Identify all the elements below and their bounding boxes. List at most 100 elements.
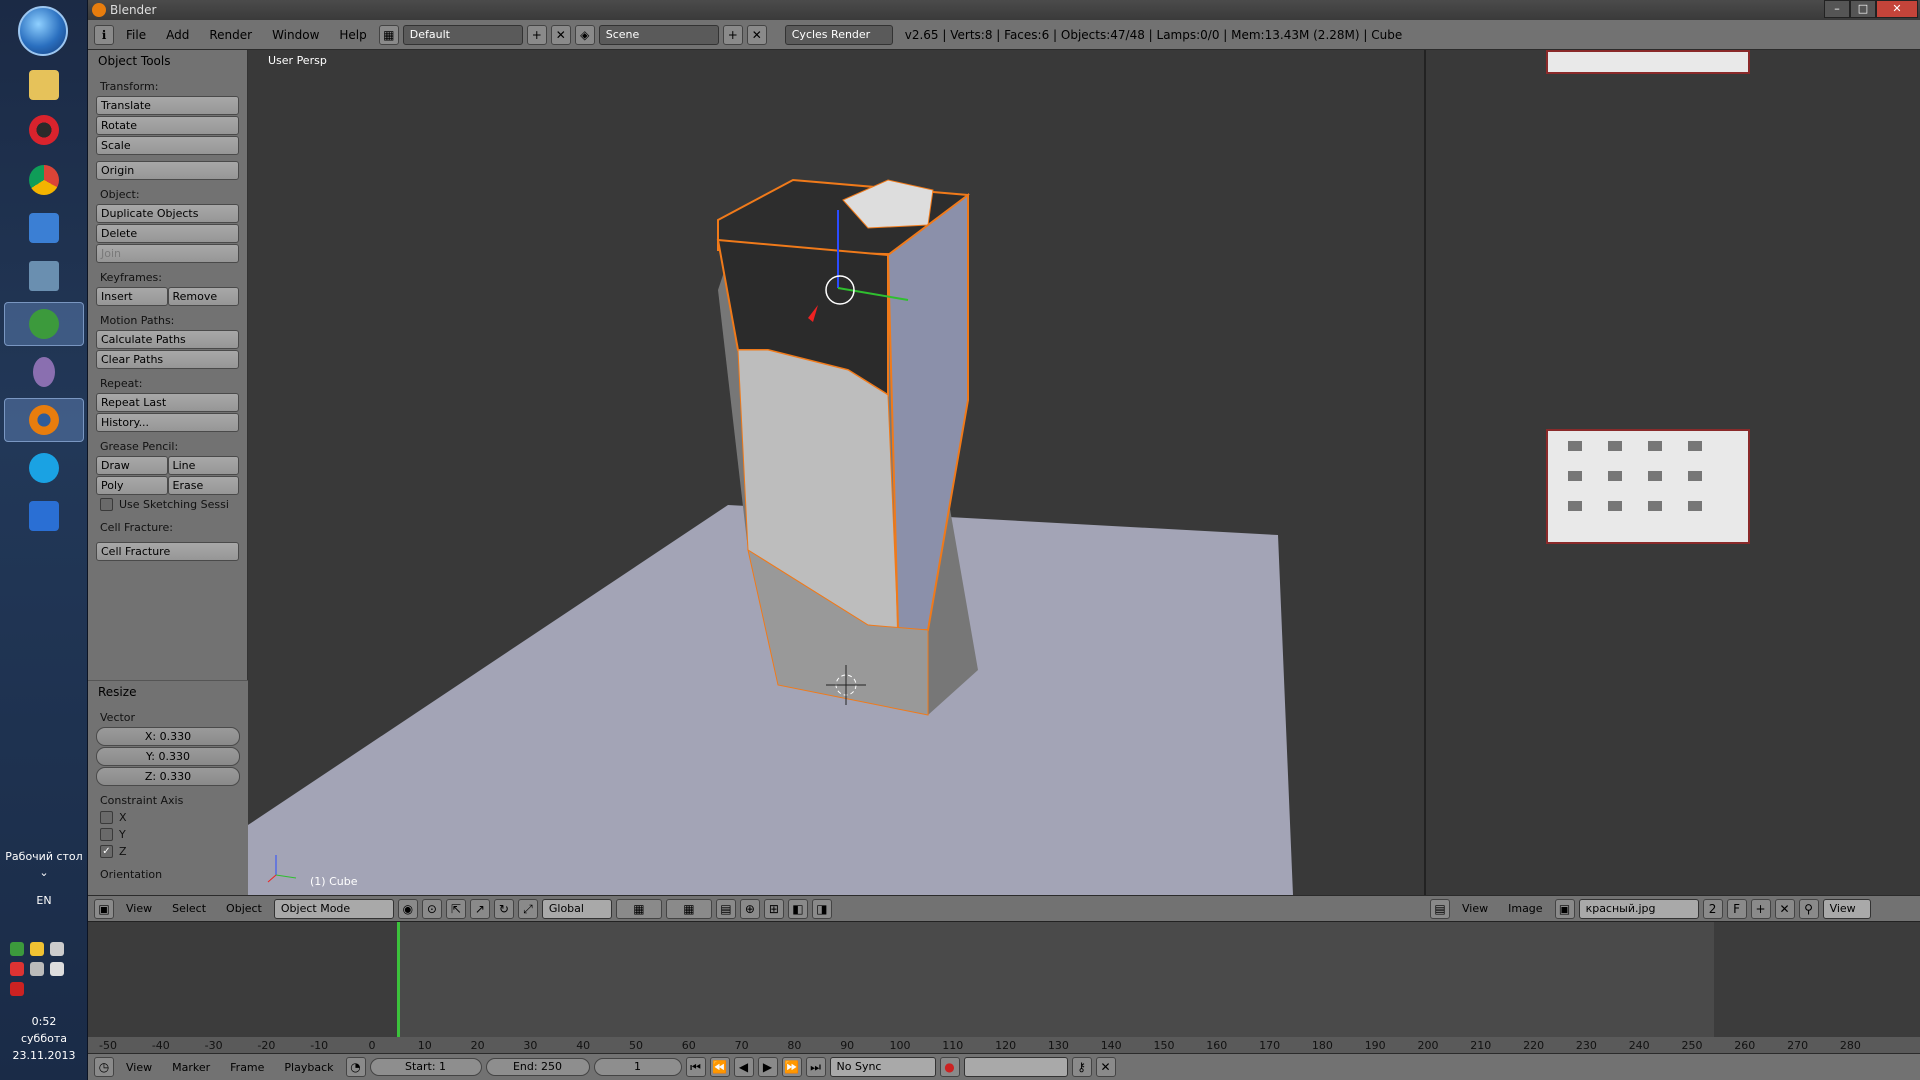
view-mode-dropdown[interactable]: View [1822,898,1871,919]
menu-frame[interactable]: Frame [222,1061,272,1074]
maximize-button[interactable]: □ [1850,0,1876,18]
insert-keyframe-button[interactable]: Insert [96,287,168,306]
vector-y-field[interactable]: Y: 0.330 [96,747,240,766]
play-reverse-icon[interactable]: ◀ [733,1057,754,1077]
fake-user-button[interactable]: F [1726,898,1747,919]
remove-scene-button[interactable]: ✕ [746,24,767,45]
translate-manipulator-icon[interactable]: ↗ [469,898,490,919]
constraint-z-checkbox[interactable]: ✓ Z [88,843,248,860]
language-indicator[interactable]: EN [0,894,88,907]
end-frame-field[interactable]: End: 250 [485,1058,590,1076]
scene-field[interactable]: Scene [598,24,719,45]
line-button[interactable]: Line [167,456,239,475]
layers-grid-1[interactable]: ▦ [615,898,662,919]
menu-view[interactable]: View [118,1061,160,1074]
editor-type-icon[interactable]: ▣ [94,898,114,919]
remove-layout-button[interactable]: ✕ [550,24,571,45]
manipulator-icon[interactable]: ⇱ [445,898,466,919]
lock-layers-icon[interactable]: ▤ [715,898,736,919]
rotate-button[interactable]: Rotate [96,116,239,135]
panel-title-resize[interactable]: Resize [88,681,248,703]
explorer-icon[interactable] [4,63,84,107]
sync-dropdown[interactable]: No Sync [829,1057,936,1077]
network-tray-icon[interactable] [50,942,64,956]
close-button[interactable]: ✕ [1876,0,1918,18]
menu-marker[interactable]: Marker [164,1061,218,1074]
menu-help[interactable]: Help [331,28,374,42]
layout-field[interactable]: Default [402,24,523,45]
editor-type-icon[interactable]: ◷ [94,1057,114,1077]
editor-type-icon[interactable]: ℹ [94,24,114,45]
jump-start-icon[interactable]: ⏮ [685,1057,706,1077]
chevron-down-icon[interactable]: ⌄ [0,866,88,879]
media-player-icon[interactable] [4,206,84,250]
use-sketching-checkbox[interactable]: Use Sketching Sessi [88,496,247,513]
scene-icon[interactable]: ◈ [574,24,595,45]
panel-title-object-tools[interactable]: Object Tools [88,50,247,72]
start-frame-field[interactable]: Start: 1 [369,1058,482,1076]
poly-button[interactable]: Poly [96,476,168,495]
image-users-count[interactable]: 2 [1702,898,1723,919]
menu-view[interactable]: View [1454,902,1496,915]
checkbox-unchecked-icon[interactable] [100,828,113,841]
menu-window[interactable]: Window [264,28,327,42]
minimize-button[interactable]: – [1824,0,1850,18]
timeline-editor[interactable]: -50 -40 -30 -20 -10 0 10 20 30 40 50 60 70 80 90 100 110… [88,921,1920,1053]
utorrent-icon[interactable] [4,302,84,346]
add-layout-button[interactable]: + [526,24,547,45]
translate-button[interactable]: Translate [96,96,239,115]
repeat-last-button[interactable]: Repeat Last [96,393,239,412]
layers-grid-2[interactable]: ▦ [665,898,712,919]
volume-icon[interactable] [50,962,64,976]
image-preview[interactable] [1546,429,1750,544]
pin-icon[interactable]: ⚲ [1798,898,1819,919]
menu-select[interactable]: Select [164,902,214,915]
desktop-toolbar-label[interactable]: Рабочий стол [0,850,88,863]
menu-view[interactable]: View [118,902,160,915]
flag-tray-icon[interactable] [10,962,24,976]
delete-button[interactable]: Delete [96,224,239,243]
prev-keyframe-icon[interactable]: ⏪ [709,1057,730,1077]
erase-button[interactable]: Erase [167,476,239,495]
mode-dropdown[interactable]: Object Mode [273,898,394,919]
orientation-dropdown[interactable]: Global [541,898,612,919]
calculate-paths-button[interactable]: Calculate Paths [96,330,239,349]
current-frame-marker[interactable] [397,922,400,1038]
shading-icon[interactable]: ◉ [397,898,418,919]
screen-layout-icon[interactable]: ▦ [378,24,399,45]
snap-icon[interactable]: ⊕ [739,898,760,919]
menu-file[interactable]: File [118,28,154,42]
3d-viewport[interactable]: User Persp (1) Cube [248,50,1424,895]
alert-tray-icon[interactable] [10,982,24,996]
menu-playback[interactable]: Playback [276,1061,341,1074]
remove-keyframe-button[interactable]: Remove [167,287,239,306]
blender-icon[interactable] [4,398,84,442]
vector-x-field[interactable]: X: 0.330 [96,727,240,746]
tor-icon[interactable] [4,350,84,394]
skype-icon[interactable] [4,446,84,490]
keying-set-field[interactable] [963,1057,1068,1077]
computer-icon[interactable] [4,254,84,298]
checkbox-unchecked-icon[interactable] [100,811,113,824]
join-button[interactable]: Join [96,244,239,263]
next-keyframe-icon[interactable]: ⏩ [781,1057,802,1077]
pivot-icon[interactable]: ⊙ [421,898,442,919]
opera-icon[interactable] [4,108,84,152]
insert-key-icon[interactable]: ⚷ [1071,1057,1092,1077]
cell-fracture-button[interactable]: Cell Fracture [96,542,239,561]
display-tray-icon[interactable] [30,962,44,976]
render-engine-dropdown[interactable]: Cycles Render [784,24,893,45]
clear-paths-button[interactable]: Clear Paths [96,350,239,369]
menu-image[interactable]: Image [1500,902,1550,915]
jump-end-icon[interactable]: ⏭ [805,1057,826,1077]
history-button[interactable]: History... [96,413,239,432]
utorrent-tray-icon[interactable] [10,942,24,956]
draw-button[interactable]: Draw [96,456,168,475]
menu-object[interactable]: Object [218,902,270,915]
clock[interactable]: 0:52 суббота 23.11.2013 [0,1013,88,1064]
menu-add[interactable]: Add [158,28,197,42]
editor-type-icon[interactable]: ▤ [1430,898,1450,919]
start-button[interactable] [18,6,68,56]
star-tray-icon[interactable] [30,942,44,956]
scale-manipulator-icon[interactable]: ⤢ [517,898,538,919]
